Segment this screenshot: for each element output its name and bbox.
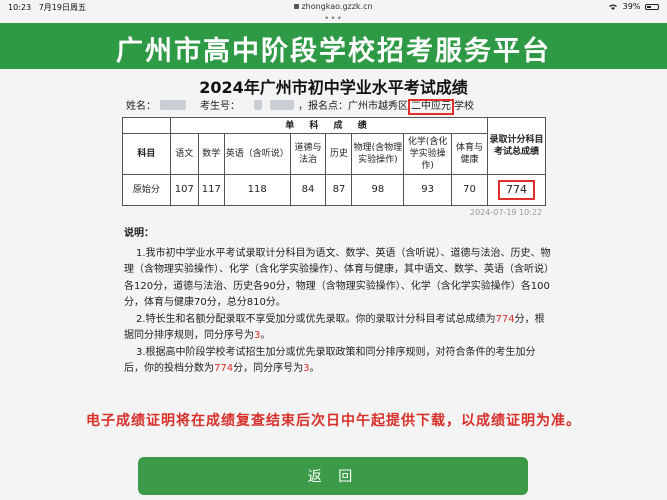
header-banner: 广州市高中阶段学校招考服务平台 <box>0 23 667 69</box>
subject-group-header: 单 科 成 绩 <box>169 116 489 135</box>
score-history: 87 <box>325 174 353 206</box>
url-text: zhongkao.gzzk.cn <box>301 2 373 11</box>
column-header-math: 数学 <box>197 133 225 176</box>
student-info: 姓名： 考生号： ，报名点：广州市越秀区 二中应元 学校 <box>126 97 474 115</box>
score-ethics: 84 <box>289 174 327 206</box>
total-header: 录取计分科目考试总成绩 <box>487 116 546 176</box>
notes-heading: 说明： <box>124 228 154 239</box>
column-header-chinese: 语文 <box>169 133 199 176</box>
column-header-ethics: 道德与法治 <box>289 133 327 176</box>
column-header-english: 英语（含听说） <box>223 133 291 176</box>
note-2: 2.特长生和名额分配录取不享受加分或优先录取。你的录取计分科目考试总成绩为774… <box>124 312 554 345</box>
battery-percent: 39% <box>622 2 641 11</box>
notes-section: 说明： 1.我市初中学业水平考试录取计分科目为语文、数学、英语（含听说）、道德与… <box>124 226 554 378</box>
back-button[interactable]: 返 回 <box>138 457 528 495</box>
query-timestamp: 2024-07-19 10:22 <box>470 208 543 217</box>
url-bar[interactable]: zhongkao.gzzk.cn <box>0 2 667 11</box>
score-physics: 98 <box>351 174 405 206</box>
column-header-physics: 物理(含物理实验操作) <box>351 133 405 176</box>
exam-number-label: 考生号： <box>200 101 240 112</box>
score-chinese: 107 <box>169 174 199 206</box>
note-3-part-c: 。 <box>309 363 320 374</box>
battery-icon <box>645 4 659 10</box>
row-label: 原始分 <box>122 174 171 206</box>
site-suffix: 学校 <box>454 101 474 112</box>
status-bar: 10:23 7月19日周五 zhongkao.gzzk.cn 39% <box>0 0 667 14</box>
wifi-icon <box>609 4 618 10</box>
redacted-exam-number-b <box>270 100 294 110</box>
note-3-part-b: 分，同分序号为 <box>233 363 304 374</box>
status-right: 39% <box>609 2 659 11</box>
note-2-part-c: 。 <box>260 330 271 341</box>
site-prefix: 广州市越秀区 <box>348 101 408 112</box>
info-separator: ， <box>298 101 308 112</box>
note-2-text: 2.特长生和名额分配录取不享受加分或优先录取。你的录取计分科目考试总成绩为774… <box>124 312 554 345</box>
score-chemistry: 93 <box>403 174 453 206</box>
redacted-name <box>160 100 186 110</box>
note-3: 3.根据高中阶段学校考试招生加分或优先录取政策和同分排序规则，对符合条件的考生加… <box>124 345 554 378</box>
platform-title: 广州市高中阶段学校招考服务平台 <box>116 36 551 67</box>
certificate-notice: 电子成绩证明将在成绩复查结束后次日中午起提供下载，以成绩证明为准。 <box>86 413 581 429</box>
results-title: 2024年广州市初中学业水平考试成绩 <box>199 78 468 97</box>
column-header-chemistry: 化学(含化学实验操作) <box>403 133 453 176</box>
score-table: 单 科 成 绩 录取计分科目考试总成绩 科目 语文 数学 英语（含听说） 道德与… <box>122 116 546 206</box>
table-row: 原始分 107 117 118 84 87 98 93 70 774 <box>122 174 546 206</box>
battery-fill <box>647 6 651 8</box>
note-3-part-a: 3.根据高中阶段学校考试招生加分或优先录取政策和同分排序规则，对符合条件的考生加… <box>124 346 536 375</box>
note-3-text: 3.根据高中阶段学校考试招生加分或优先录取政策和同分排序规则，对符合条件的考生加… <box>124 345 554 378</box>
highlighted-school: 二中应元 <box>408 99 454 115</box>
site-label: 报名点： <box>308 101 348 112</box>
note-1: 1.我市初中学业水平考试录取计分科目为语文、数学、英语（含听说）、道德与法治、历… <box>124 246 554 312</box>
name-label: 姓名： <box>126 101 156 112</box>
column-header-subject: 科目 <box>122 133 171 176</box>
note-3-score: 774 <box>214 363 234 374</box>
note-2-score: 774 <box>495 313 515 325</box>
total-score-cell: 774 <box>487 174 546 206</box>
total-score: 774 <box>498 180 535 201</box>
score-math: 117 <box>197 174 225 206</box>
score-pe: 70 <box>451 174 488 206</box>
note-2-part-a: 2.特长生和名额分配录取不享受加分或优先录取。你的录取计分科目考试总成绩为 <box>136 313 496 325</box>
lock-icon <box>294 4 300 9</box>
redacted-exam-number-a <box>254 100 262 110</box>
column-header-pe: 体育与健康 <box>451 133 488 176</box>
column-header-history: 历史 <box>325 133 353 176</box>
score-english: 118 <box>223 174 291 206</box>
note-1-text: 1.我市初中学业水平考试录取计分科目为语文、数学、英语（含听说）、道德与法治、历… <box>124 247 554 309</box>
